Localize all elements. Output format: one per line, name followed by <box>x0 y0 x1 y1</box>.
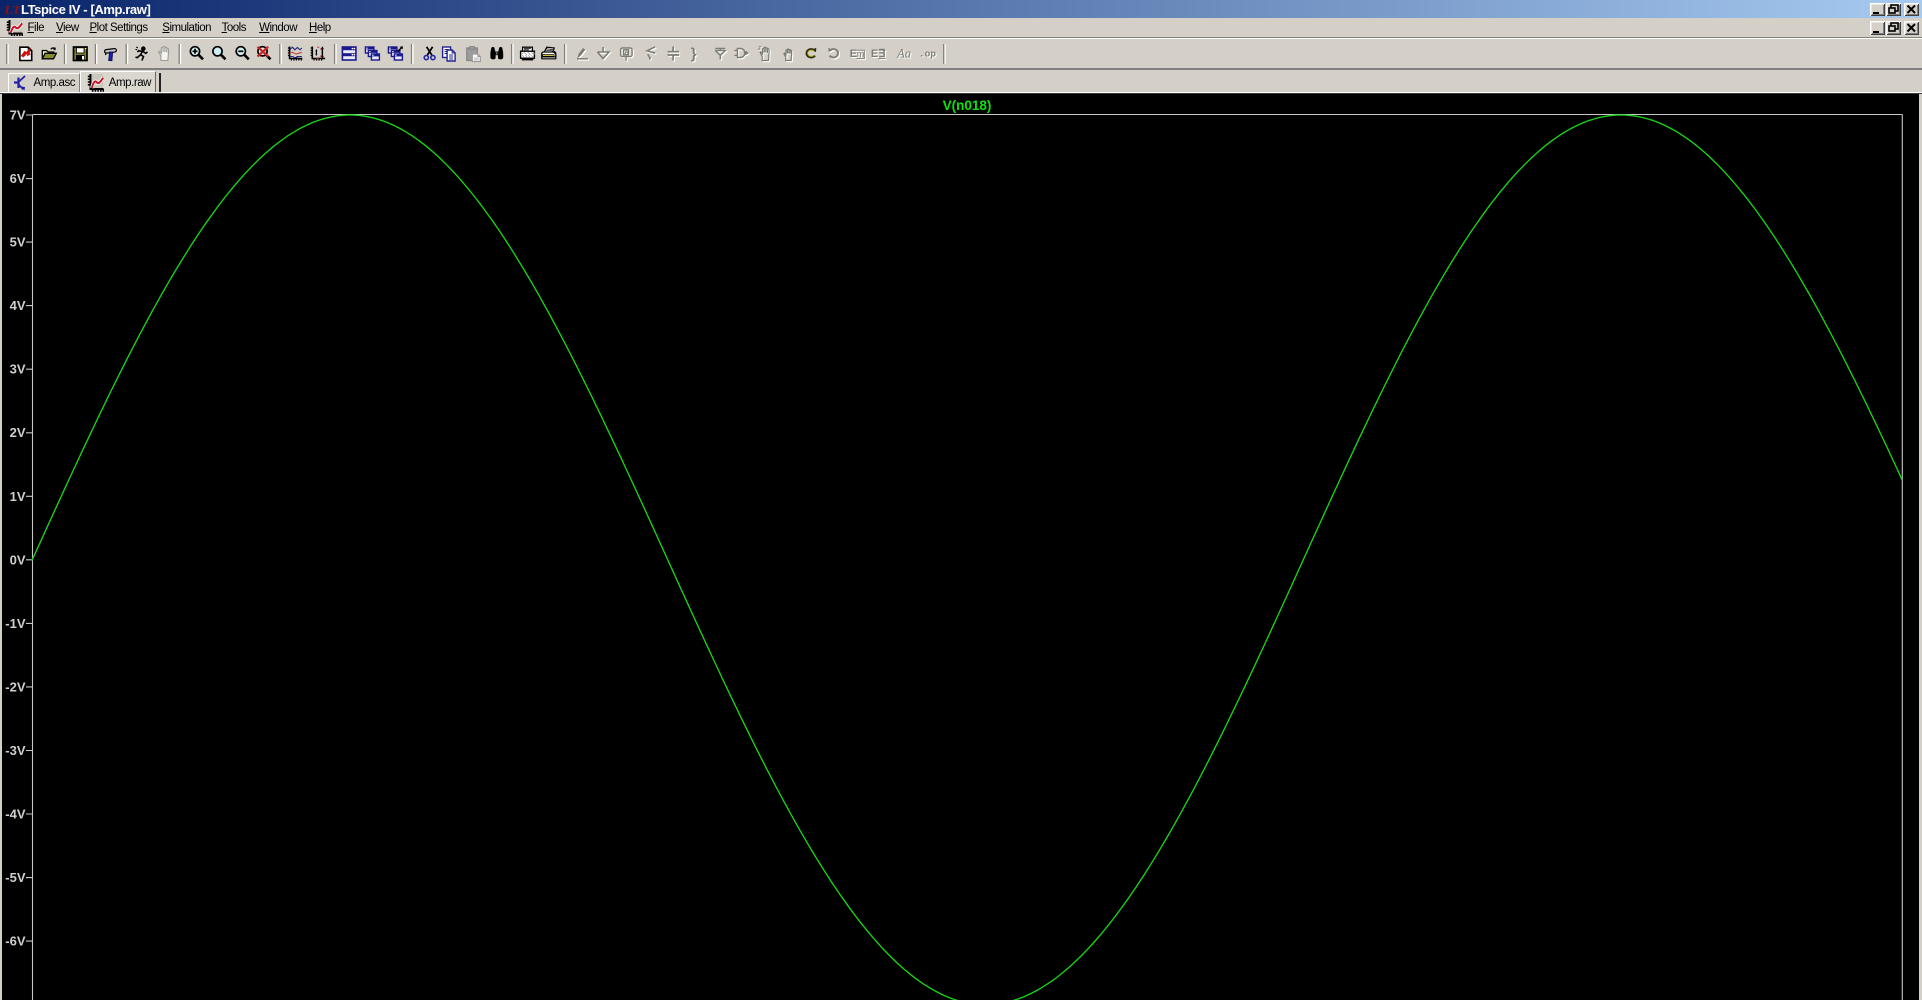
svg-text:-5V: -5V <box>5 870 26 885</box>
svg-text:-1V: -1V <box>5 616 26 631</box>
svg-text:LT: LT <box>4 3 20 16</box>
svg-text:0V: 0V <box>10 552 26 567</box>
svg-text:}: } <box>691 46 697 63</box>
svg-text:3V: 3V <box>10 362 26 377</box>
svg-text:2V: 2V <box>10 425 26 440</box>
svg-text:.op: .op <box>919 49 936 60</box>
svg-text:-2V: -2V <box>5 679 26 694</box>
svg-text:V(n018): V(n018) <box>943 98 992 113</box>
svg-text:4V: 4V <box>10 298 26 313</box>
svg-text:E: E <box>871 48 878 60</box>
svg-text:-3V: -3V <box>5 743 26 758</box>
svg-text:7V: 7V <box>10 108 26 123</box>
svg-text:A: A <box>624 50 629 57</box>
svg-text:6V: 6V <box>10 171 26 186</box>
svg-text:5V: 5V <box>10 235 26 250</box>
svg-text:Aa: Aa <box>896 47 911 61</box>
svg-text:1V: 1V <box>10 489 26 504</box>
svg-text:-6V: -6V <box>5 934 26 949</box>
svg-text:-4V: -4V <box>5 807 26 822</box>
